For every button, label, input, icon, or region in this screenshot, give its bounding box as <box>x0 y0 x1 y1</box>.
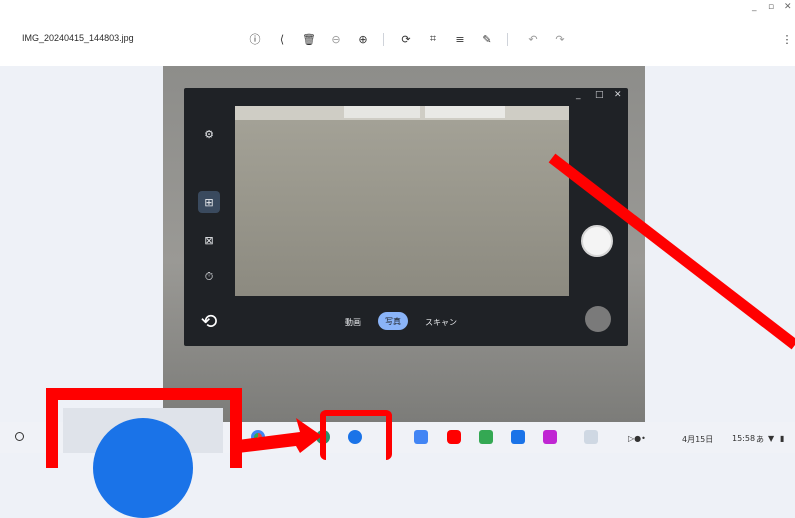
gallery-thumbnail[interactable] <box>585 306 611 332</box>
adjust-icon[interactable]: ≡ <box>451 30 469 48</box>
toolbar-divider <box>507 33 508 46</box>
camera-viewfinder <box>235 106 569 296</box>
share-icon[interactable]: ⟨ <box>273 30 291 48</box>
shelf-date[interactable]: 4月15日 <box>682 434 713 445</box>
tote-icon[interactable] <box>584 430 598 444</box>
undo-icon[interactable]: ↶ <box>524 30 542 48</box>
rotate-icon[interactable]: ⟳ <box>397 30 415 48</box>
camera-maximize-button[interactable]: □ <box>595 90 604 100</box>
camera-close-button[interactable]: ✕ <box>614 90 622 100</box>
mode-scan[interactable]: スキャン <box>425 317 457 328</box>
launcher-icon[interactable] <box>15 432 24 441</box>
classroom-icon[interactable] <box>479 430 493 444</box>
zoom-out-icon[interactable]: ⊖ <box>327 30 345 48</box>
delete-icon[interactable]: 🗑 <box>300 30 318 48</box>
info-icon[interactable]: ⓘ <box>246 30 264 48</box>
camera-app-icon[interactable] <box>511 430 525 444</box>
wifi-icon[interactable]: ▼ <box>768 434 774 443</box>
viewfinder-window-light <box>425 106 505 118</box>
crop-icon[interactable]: ⌗ <box>424 30 442 48</box>
file-name: IMG_20240415_144803.jpg <box>22 33 134 43</box>
timer-icon[interactable]: ⏱ <box>198 266 220 288</box>
markup-icon[interactable]: ✎ <box>478 30 496 48</box>
mode-video[interactable]: 動画 <box>345 317 361 328</box>
shutter-button[interactable] <box>581 225 613 257</box>
toolbar-divider <box>383 33 384 46</box>
chrome-icon[interactable] <box>251 430 265 444</box>
shelf-time[interactable]: 15:58 <box>732 434 755 443</box>
more-icon[interactable]: ⋮ <box>778 30 795 48</box>
battery-icon[interactable]: ▮ <box>780 434 784 443</box>
settings-icon[interactable]: ⚙ <box>198 123 220 145</box>
minimize-button[interactable]: _ <box>752 2 757 12</box>
viewfinder-window-light <box>344 106 420 118</box>
redo-icon[interactable]: ↷ <box>551 30 569 48</box>
zoom-in-icon[interactable]: ⊕ <box>354 30 372 48</box>
youtube-icon[interactable] <box>447 430 461 444</box>
annotation-box <box>46 388 242 468</box>
mirror-off-icon[interactable]: ⊠ <box>198 229 220 251</box>
ime-indicator[interactable]: あ <box>756 434 764 445</box>
camera-minimize-button[interactable]: _ <box>576 90 581 100</box>
maximize-button[interactable]: ▫ <box>768 2 774 12</box>
cast-icon[interactable]: ▷●• <box>628 434 646 443</box>
gallery-app-icon[interactable] <box>543 430 557 444</box>
switch-camera-icon[interactable]: ⟲ <box>196 308 222 334</box>
grid-icon[interactable]: ⊞ <box>198 191 220 213</box>
close-button[interactable]: ✕ <box>784 2 792 12</box>
mode-photo[interactable]: 写真 <box>378 312 408 330</box>
docs-icon[interactable] <box>414 430 428 444</box>
